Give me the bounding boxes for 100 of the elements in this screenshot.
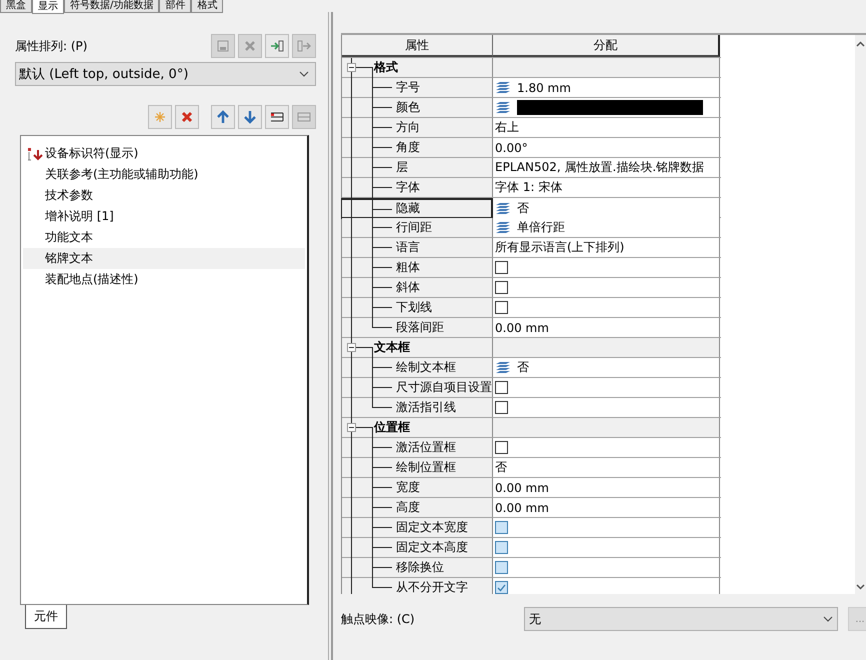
- property-name: 高度: [396, 499, 420, 516]
- checkbox[interactable]: [495, 281, 508, 294]
- property-value: 0.00°: [495, 140, 528, 154]
- property-cell[interactable]: 颜色: [342, 98, 493, 117]
- chevron-down-icon: [823, 616, 833, 622]
- property-value: 否: [517, 200, 529, 217]
- list-item[interactable]: 技术参数: [23, 185, 305, 206]
- checkmark-icon: [497, 584, 506, 592]
- arrangement-dropdown[interactable]: 默认 (Left top, outside, 0°): [15, 62, 316, 86]
- property-cell[interactable]: 方向: [342, 118, 493, 137]
- property-cell[interactable]: 字体: [342, 178, 493, 197]
- group-cell[interactable]: 文本框: [342, 338, 493, 357]
- chevron-down-icon: [299, 71, 309, 77]
- property-name: 字号: [396, 79, 420, 96]
- property-cell[interactable]: 激活位置框: [342, 438, 493, 457]
- layers-icon: [495, 221, 511, 234]
- property-name: 方向: [396, 119, 420, 136]
- property-name: 颜色: [396, 99, 420, 116]
- property-value: 单倍行距: [517, 219, 565, 236]
- checkbox[interactable]: [495, 401, 508, 414]
- property-cell[interactable]: 斜体: [342, 278, 493, 297]
- property-name: 固定文本高度: [396, 539, 468, 556]
- property-name: 斜体: [396, 279, 420, 296]
- collapse-icon[interactable]: [347, 423, 356, 432]
- property-name: 层: [396, 159, 408, 176]
- property-name: 下划线: [396, 299, 432, 316]
- checkbox[interactable]: [495, 301, 508, 314]
- property-value: 否: [495, 459, 507, 476]
- collapse-icon[interactable]: [347, 63, 356, 72]
- checkbox[interactable]: [495, 381, 508, 394]
- tab[interactable]: 黑盒: [0, 0, 32, 13]
- property-cell[interactable]: 行间距: [342, 218, 493, 237]
- sparkle-icon: [153, 110, 167, 124]
- color-swatch[interactable]: [517, 100, 703, 115]
- property-cell[interactable]: 绘制文本框: [342, 358, 493, 377]
- property-name: 尺寸源自项目设置: [396, 379, 492, 396]
- delete-icon: [180, 110, 194, 124]
- list-item[interactable]: 设备标识符(显示): [23, 143, 305, 164]
- property-cell[interactable]: 宽度: [342, 478, 493, 497]
- property-cell[interactable]: 语言: [342, 238, 493, 257]
- property-cell[interactable]: 字号: [342, 78, 493, 97]
- property-name: 段落间距: [396, 319, 444, 336]
- column-header[interactable]: 分配: [493, 35, 720, 57]
- tab[interactable]: 格式: [191, 0, 224, 13]
- property-name: 移除换位: [396, 559, 444, 576]
- property-value: 0.00 mm: [495, 320, 549, 334]
- column-header[interactable]: 属性: [342, 35, 493, 57]
- property-cell[interactable]: 隐藏: [341, 198, 493, 219]
- group-title: 位置框: [374, 419, 410, 436]
- scroll-up-icon[interactable]: [856, 41, 865, 47]
- property-value: 否: [517, 359, 529, 376]
- list-item[interactable]: 功能文本: [23, 227, 305, 248]
- property-name: 角度: [396, 139, 420, 156]
- collapse-icon[interactable]: [347, 343, 356, 352]
- contact-image-label: 触点映像: (C): [341, 610, 415, 628]
- property-cell[interactable]: 段落间距: [342, 318, 493, 337]
- property-cell[interactable]: 激活指引线: [342, 398, 493, 417]
- property-name: 从不分开文字: [396, 579, 468, 594]
- group-cell[interactable]: 格式: [342, 58, 493, 77]
- group-cell[interactable]: 位置框: [342, 418, 493, 437]
- group-title: 文本框: [374, 339, 410, 356]
- list-item[interactable]: 增补说明 [1]: [23, 206, 305, 227]
- property-value: 0.00 mm: [495, 500, 549, 514]
- property-name: 字体: [396, 179, 420, 196]
- property-value: 1.80 mm: [517, 80, 571, 94]
- property-cell[interactable]: 角度: [342, 138, 493, 157]
- property-value: 所有显示语言(上下排列): [495, 239, 624, 256]
- property-cell[interactable]: 高度: [342, 498, 493, 517]
- property-name: 绘制位置框: [396, 459, 456, 476]
- list-item[interactable]: 铭牌文本: [23, 248, 305, 269]
- property-name: 激活指引线: [396, 399, 456, 416]
- scroll-down-icon[interactable]: [856, 584, 865, 590]
- tab[interactable]: 符号数据/功能数据: [64, 0, 160, 13]
- toolbar-button[interactable]: [265, 34, 289, 58]
- property-name: 激活位置框: [396, 439, 456, 456]
- group-title: 格式: [374, 59, 398, 76]
- arrow-out-of-list-icon: [297, 39, 311, 53]
- property-name: 语言: [396, 239, 420, 256]
- property-cell[interactable]: 尺寸源自项目设置: [342, 378, 493, 397]
- checkbox[interactable]: [495, 261, 508, 274]
- checkbox[interactable]: [495, 441, 508, 454]
- toolbar-button[interactable]: [265, 105, 289, 129]
- contact-image-dropdown[interactable]: 无: [524, 607, 838, 631]
- property-value: 右上: [495, 119, 519, 136]
- property-cell[interactable]: 绘制位置框: [342, 458, 493, 477]
- list-item[interactable]: 装配地点(描述性): [23, 269, 305, 290]
- arrow-up-icon: [216, 110, 230, 124]
- property-value: 0.00 mm: [495, 480, 549, 494]
- tab[interactable]: 显示: [32, 0, 64, 14]
- row-icon: [297, 110, 311, 124]
- close-icon: [243, 39, 257, 53]
- property-name: 固定文本宽度: [396, 519, 468, 536]
- property-cell[interactable]: 下划线: [342, 298, 493, 317]
- property-name: 行间距: [396, 219, 432, 236]
- property-cell[interactable]: 粗体: [342, 258, 493, 277]
- list-item[interactable]: 关联参考(主功能或辅助功能): [23, 164, 305, 185]
- tab[interactable]: 元件: [25, 605, 67, 629]
- property-cell[interactable]: 层: [342, 158, 493, 177]
- save-icon: [216, 39, 230, 53]
- property-name: 隐藏: [396, 200, 420, 217]
